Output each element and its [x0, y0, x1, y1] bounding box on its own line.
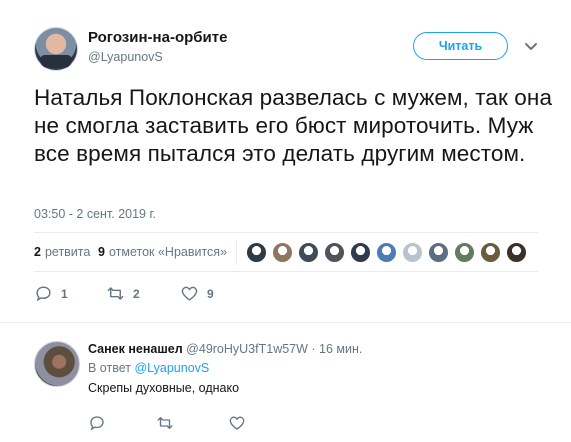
reply-icon: [36, 286, 51, 302]
reply-tweet[interactable]: Санек ненашел @49roHyU3fT1w57W · 16 мин.…: [0, 323, 571, 442]
reply-header: Санек ненашел @49roHyU3fT1w57W · 16 мин.: [88, 342, 362, 356]
reply-context-prefix: В ответ: [88, 361, 131, 375]
reply-context: В ответ @LyapunovS: [88, 361, 209, 375]
reply-actions: [88, 414, 388, 434]
tweet-actions: 1 2 9: [34, 284, 539, 308]
liker-avatar[interactable]: [402, 242, 423, 263]
liker-avatar[interactable]: [428, 242, 449, 263]
main-tweet: Рогозин-на-орбите @LyapunovS Читать Ната…: [0, 0, 571, 322]
reply-retweet-icon[interactable]: [156, 414, 174, 432]
reply-time[interactable]: · 16 мин.: [311, 342, 362, 356]
retweets-label: ретвита: [44, 245, 91, 259]
like-button[interactable]: 9: [180, 284, 214, 303]
follow-button[interactable]: Читать: [413, 32, 508, 60]
heart-icon: [181, 286, 198, 301]
liker-avatar[interactable]: [324, 242, 345, 263]
liker-avatar[interactable]: [246, 242, 267, 263]
likes-stat[interactable]: 9 отметок «Нравится»: [98, 245, 227, 259]
likes-count: 9: [98, 245, 105, 259]
tweet-timestamp[interactable]: 03:50 - 2 сент. 2019 г.: [34, 207, 156, 221]
author-handle[interactable]: @LyapunovS: [88, 49, 163, 65]
liker-avatar[interactable]: [454, 242, 475, 263]
chevron-down-icon[interactable]: [521, 36, 541, 56]
author-name[interactable]: Рогозин-на-орбите: [88, 29, 227, 47]
retweet-button[interactable]: 2: [106, 284, 140, 303]
reply-count: 1: [61, 286, 68, 301]
retweet-icon: [107, 287, 124, 300]
stats-divider: [236, 240, 237, 265]
reply-author-name[interactable]: Санек ненашел: [88, 342, 183, 356]
reply-context-handle[interactable]: @LyapunovS: [134, 361, 209, 375]
reply-button[interactable]: 1: [34, 284, 68, 303]
reply-author-avatar[interactable]: [34, 341, 80, 387]
liker-avatar[interactable]: [272, 242, 293, 263]
likes-label: отметок «Нравится»: [108, 245, 228, 259]
retweets-stat[interactable]: 2 ретвита: [34, 245, 90, 259]
liker-avatar[interactable]: [376, 242, 397, 263]
like-count: 9: [207, 286, 214, 301]
liker-avatar[interactable]: [480, 242, 501, 263]
reply-heart-icon[interactable]: [228, 414, 246, 432]
reply-author-handle[interactable]: @49roHyU3fT1w57W: [186, 342, 308, 356]
reply-reply-icon[interactable]: [88, 414, 106, 432]
tweet-text: Наталья Поклонская развелась с мужем, та…: [34, 85, 553, 166]
liker-avatar[interactable]: [298, 242, 319, 263]
author-avatar[interactable]: [34, 27, 78, 71]
liker-avatar[interactable]: [350, 242, 371, 263]
avatar-figure: [40, 55, 72, 68]
reply-text: Скрепы духовные, однако: [88, 381, 240, 395]
liker-avatar[interactable]: [506, 242, 527, 263]
retweets-count: 2: [34, 245, 41, 259]
retweet-count: 2: [133, 286, 140, 301]
tweet-stats: 2 ретвита 9 отметок «Нравится»: [34, 232, 539, 272]
